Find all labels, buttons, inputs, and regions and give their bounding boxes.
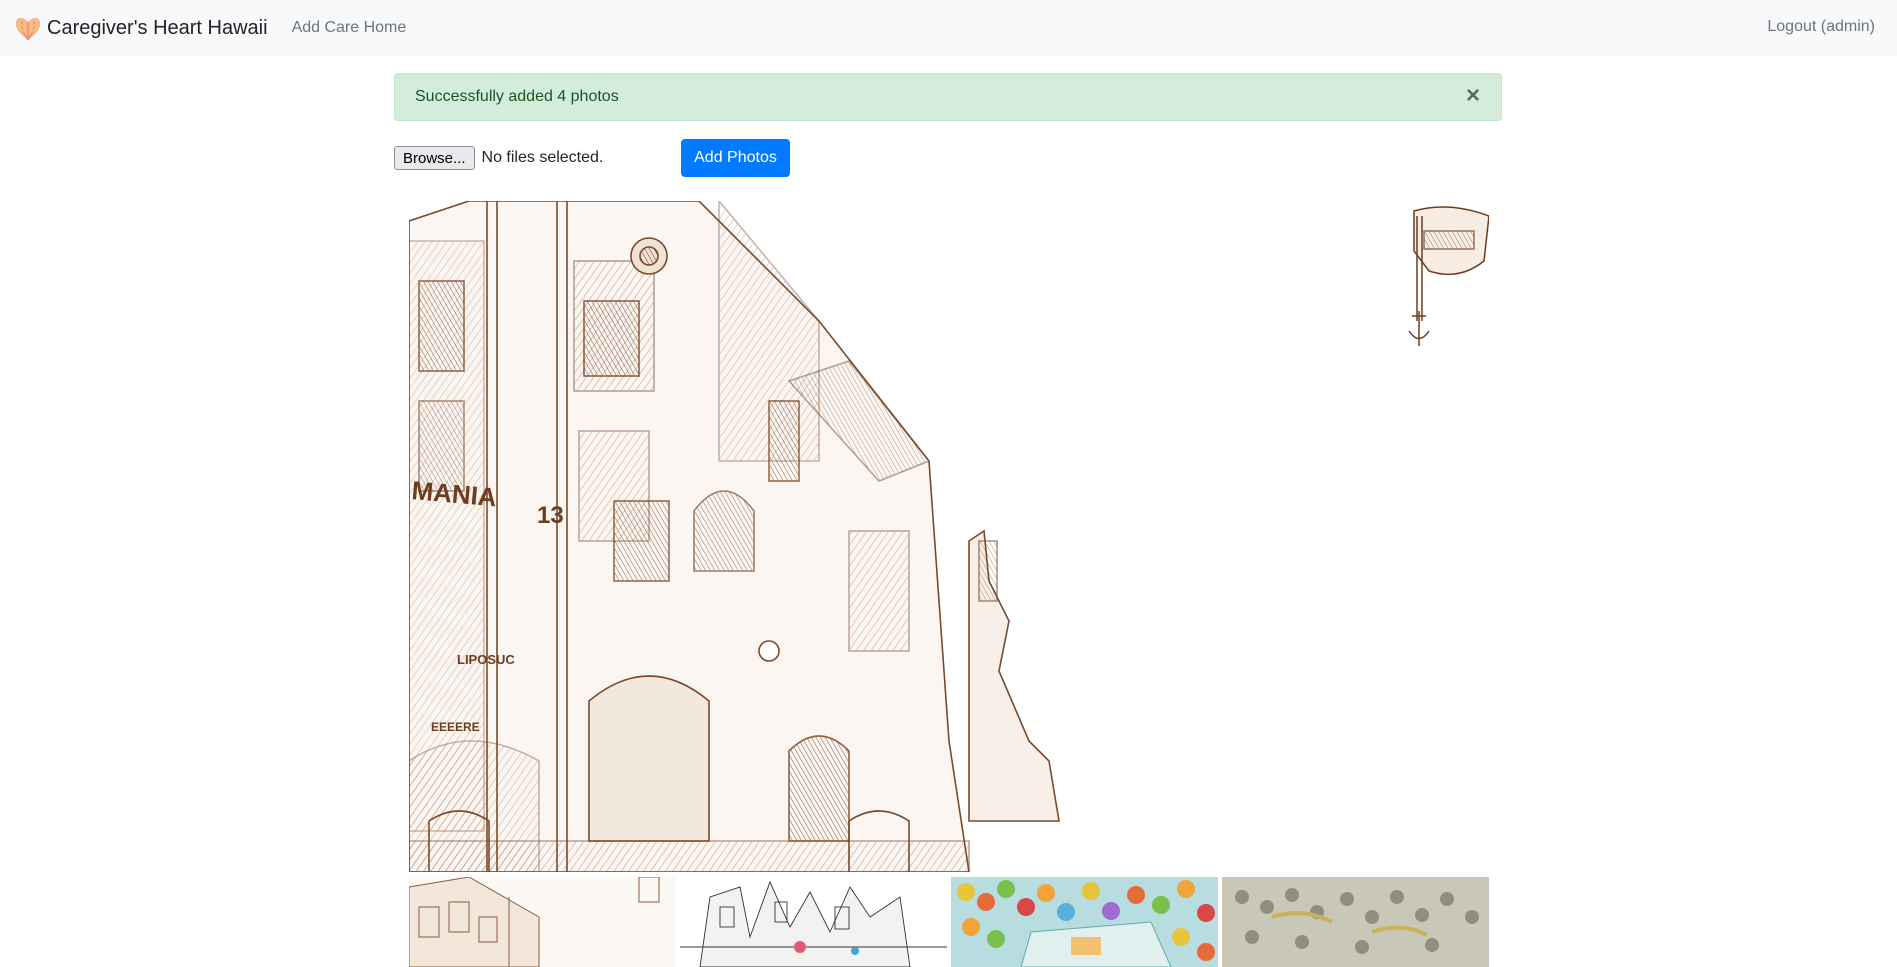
- sign-13: 13: [537, 502, 564, 529]
- grey-crowd-thumbnail: [1222, 877, 1489, 967]
- browse-button[interactable]: Browse...: [394, 146, 475, 170]
- anchor-sketch: [1408, 206, 1489, 346]
- thumbnail-3[interactable]: [951, 877, 1218, 967]
- navbar: Caregiver's Heart Hawaii Add Care Home L…: [0, 0, 1897, 56]
- sign-liposuc: LIPOSUC: [457, 652, 515, 667]
- brand-name: Caregiver's Heart Hawaii: [47, 16, 268, 39]
- file-status-text: No files selected.: [481, 149, 604, 166]
- thumbnail-4[interactable]: [1222, 877, 1489, 967]
- ink-city-thumbnail: [680, 877, 947, 967]
- sign-eeeere: EEEERE: [431, 720, 480, 734]
- thumbnail-1[interactable]: [409, 877, 676, 967]
- brand-link[interactable]: Caregiver's Heart Hawaii: [13, 13, 268, 43]
- thumbnail-2[interactable]: [680, 877, 947, 967]
- main-photo[interactable]: MANIA 13 LIPOSUC EEEERE: [409, 201, 1489, 872]
- alert-message: Successfully added 4 photos: [415, 88, 619, 105]
- heart-leaf-logo-icon: [15, 17, 41, 41]
- logout-link[interactable]: Logout (admin): [1767, 18, 1875, 36]
- thumbnail-strip: [409, 877, 1489, 967]
- success-alert: Successfully added 4 photos ×: [394, 73, 1502, 121]
- photo-gallery: MANIA 13 LIPOSUC EEEERE: [409, 201, 1489, 967]
- close-icon[interactable]: ×: [1461, 84, 1485, 108]
- colorful-crowd-thumbnail: [951, 877, 1218, 967]
- photo-upload-form: Browse... No files selected. Add Photos: [394, 139, 790, 177]
- sepia-city-sketch-image: MANIA 13 LIPOSUC EEEERE: [409, 201, 1489, 872]
- sepia-building-thumbnail: [409, 877, 676, 967]
- add-photos-button[interactable]: Add Photos: [681, 139, 790, 177]
- nav-add-care-home[interactable]: Add Care Home: [292, 19, 407, 37]
